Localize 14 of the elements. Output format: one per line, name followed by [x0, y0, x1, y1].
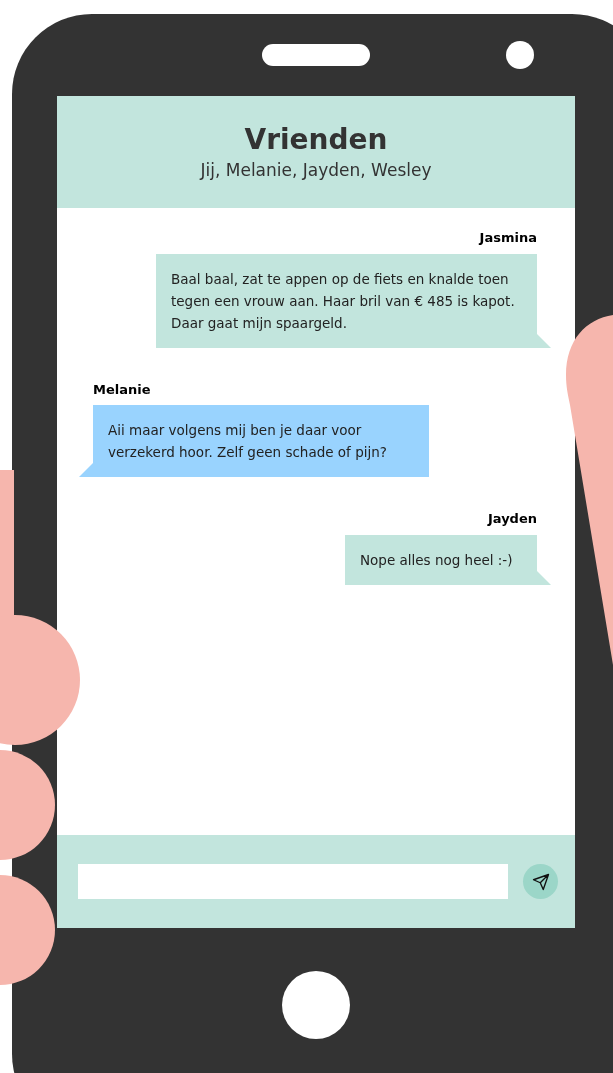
sender-name: Melanie [93, 380, 151, 399]
bubble-tail [537, 333, 551, 348]
message-bubble: Nope alles nog heel :-) [345, 534, 537, 585]
send-icon [531, 872, 550, 891]
bubble-tail [537, 570, 551, 585]
send-button[interactable] [523, 864, 558, 899]
sender-name: Jayden [487, 510, 537, 528]
message-bubble: Aii maar volgens mij ben je daar voor verzekerd hoor. Zelf geen schade of pijn? [93, 405, 429, 477]
chat-members: Jij, Melanie, Jayden, Wesley [200, 159, 432, 182]
message-input[interactable] [78, 864, 508, 899]
sender-name: Jasmina [479, 229, 537, 247]
chat-title: Vrienden [244, 122, 388, 158]
bubble-tail [79, 463, 93, 477]
message-bubble: Baal baal, zat te appen op de fiets en knalde toen tegen een vrouw aan. Haar bril van € 485 is kapot. Daar gaat mijn spaargeld. [156, 253, 537, 348]
